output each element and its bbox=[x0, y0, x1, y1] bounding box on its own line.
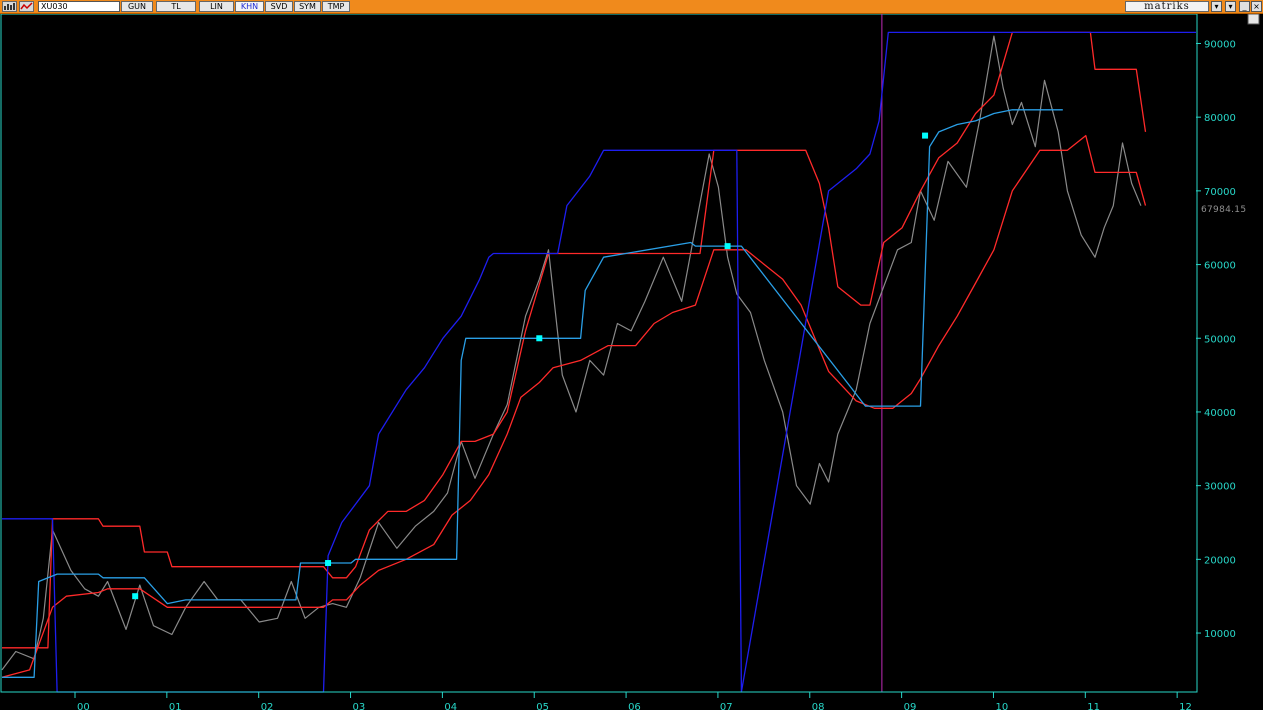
y-tick-label: 80000 bbox=[1204, 113, 1236, 124]
x-tick-label: 03 bbox=[353, 702, 366, 710]
x-tick-label: 08 bbox=[812, 702, 825, 710]
toolbar: XU030 GUN TL LIN KHN SVD SYM TMP matriks… bbox=[0, 0, 1263, 14]
x-tick-label: 07 bbox=[720, 702, 733, 710]
signal-point bbox=[724, 243, 731, 250]
x-tick-label: 05 bbox=[536, 702, 549, 710]
y-tick-label: 70000 bbox=[1204, 187, 1236, 198]
y-tick-label: 20000 bbox=[1204, 555, 1236, 566]
close-icon[interactable]: × bbox=[1251, 1, 1262, 12]
x-tick-label: 10 bbox=[995, 702, 1008, 710]
minimize-icon[interactable]: _ bbox=[1239, 1, 1250, 12]
y-tick-label: 40000 bbox=[1204, 408, 1236, 419]
tab-gun[interactable]: GUN bbox=[121, 1, 153, 12]
tab-tl[interactable]: TL bbox=[156, 1, 196, 12]
x-tick-label: 04 bbox=[444, 702, 457, 710]
y-tick-label: 30000 bbox=[1204, 482, 1236, 493]
signal-point bbox=[132, 593, 139, 600]
x-tick-label: 09 bbox=[904, 702, 917, 710]
plot-frame bbox=[0, 14, 1198, 693]
x-tick-label: 02 bbox=[261, 702, 274, 710]
tab-lin[interactable]: LIN bbox=[199, 1, 234, 12]
dropdown-icon[interactable]: ▾ bbox=[1211, 1, 1222, 12]
price-chart[interactable]: 10000 20000 30000 40000 50000 60000 70000 80000… bbox=[0, 14, 1263, 710]
series-upper-channel-blue bbox=[2, 31, 1196, 693]
y-tick-label: 60000 bbox=[1204, 261, 1236, 272]
x-tick-label: 01 bbox=[169, 702, 182, 710]
series-upper-channel-red bbox=[2, 31, 1147, 649]
x-tick-label: 00 bbox=[77, 702, 90, 710]
chart-type-icon[interactable] bbox=[2, 1, 17, 12]
tab-sym[interactable]: SYM bbox=[294, 1, 321, 12]
x-tick-label: 11 bbox=[1087, 702, 1100, 710]
indicator-icon[interactable] bbox=[19, 1, 34, 12]
x-tick-label: 06 bbox=[628, 702, 641, 710]
tab-tmp[interactable]: TMP bbox=[322, 1, 350, 12]
extra-dropdown-icon[interactable]: ▾ bbox=[1225, 1, 1236, 12]
signal-point bbox=[325, 560, 332, 567]
brand-logo: matriks bbox=[1125, 1, 1209, 12]
series-price bbox=[1, 35, 1142, 671]
signal-point bbox=[922, 132, 929, 139]
tab-khn[interactable]: KHN bbox=[235, 1, 264, 12]
y-tick-label: 10000 bbox=[1204, 629, 1236, 640]
y-tick-label: 90000 bbox=[1204, 39, 1236, 50]
signal-point bbox=[536, 335, 543, 342]
restore-icon[interactable] bbox=[1247, 14, 1260, 25]
tab-svd[interactable]: SVD bbox=[265, 1, 293, 12]
symbol-field[interactable]: XU030 bbox=[38, 1, 120, 12]
x-tick-label: 12 bbox=[1179, 702, 1192, 710]
series-signal-channel-light-blue bbox=[2, 109, 1063, 678]
y-tick-label: 50000 bbox=[1204, 334, 1236, 345]
last-price-label: 67984.15 bbox=[1201, 205, 1247, 215]
